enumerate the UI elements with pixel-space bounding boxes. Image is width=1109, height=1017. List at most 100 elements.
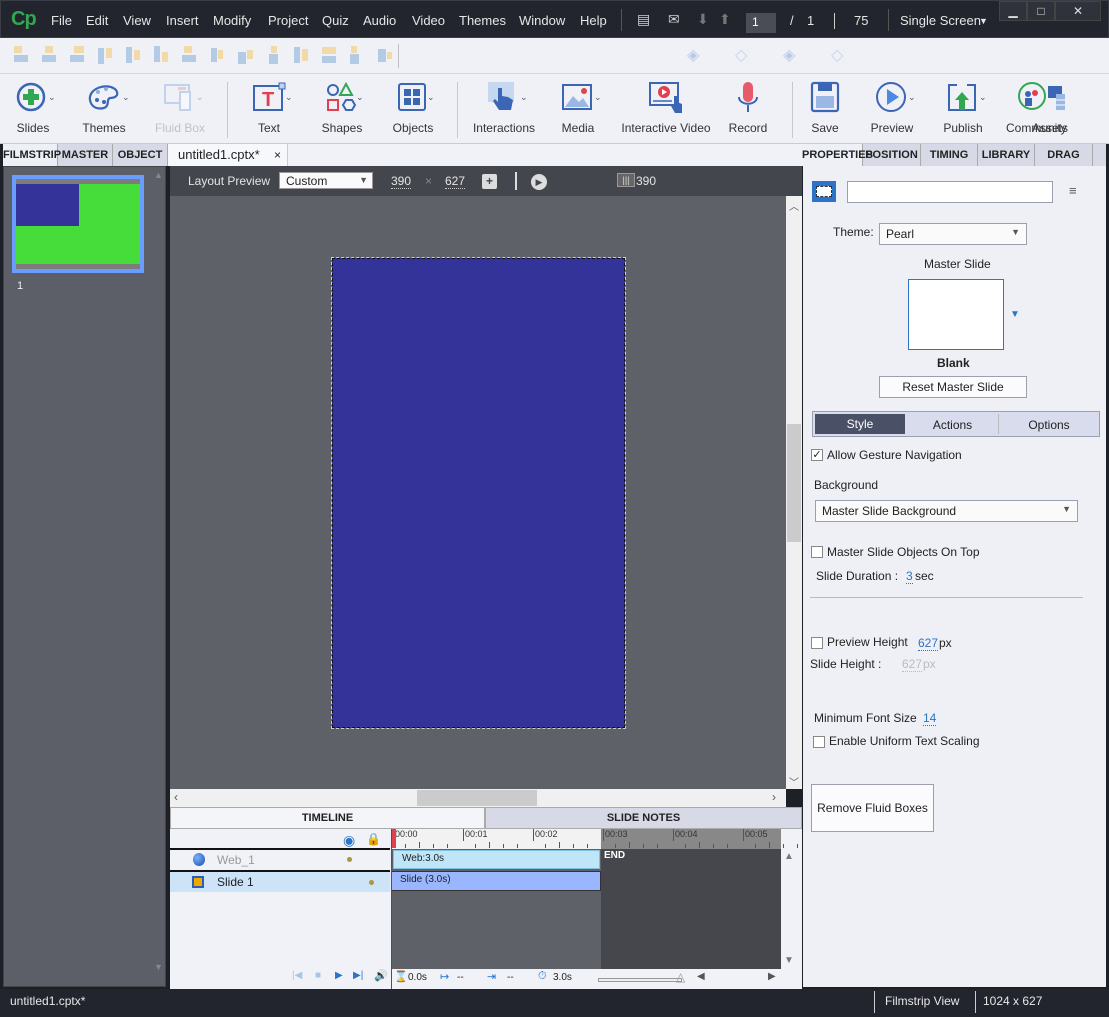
current-page-input[interactable]: 1: [746, 13, 776, 33]
menu-modify[interactable]: Modify: [213, 13, 251, 28]
arrow-down-icon[interactable]: ⬇: [697, 11, 709, 28]
scroll-up-icon[interactable]: ▲: [784, 851, 794, 862]
align-bottom-icon[interactable]: [152, 46, 170, 64]
ruler-slider-handle[interactable]: |||: [617, 173, 635, 187]
document-tab[interactable]: untitled1.cptx* ×: [168, 144, 288, 166]
visibility-dot[interactable]: [347, 857, 352, 862]
slide-duration-field[interactable]: 3: [906, 569, 913, 584]
objects-button[interactable]: ⌄ Objects: [387, 74, 439, 144]
comments-icon[interactable]: ▤: [637, 11, 650, 28]
interactive-video-button[interactable]: Interactive Video: [620, 74, 712, 144]
scroll-right-icon[interactable]: ▶: [768, 971, 776, 982]
maximize-button[interactable]: □: [1027, 1, 1055, 21]
rewind-icon[interactable]: |◀: [292, 970, 302, 981]
slide-thumbnail[interactable]: [12, 175, 144, 273]
same-width-icon[interactable]: [320, 46, 338, 64]
scroll-up-icon[interactable]: ︿: [789, 198, 799, 213]
layer-row-slide[interactable]: Slide 1: [170, 872, 390, 892]
zoom-slider-track[interactable]: [598, 978, 682, 982]
distribute-vertical-icon[interactable]: [264, 46, 282, 64]
align-left-icon[interactable]: [12, 46, 30, 64]
lock-icon[interactable]: 🔒: [366, 832, 381, 846]
theme-select[interactable]: Pearl ▼: [879, 223, 1027, 245]
preview-height-checkbox[interactable]: [811, 637, 823, 649]
tab-position[interactable]: POSITION: [863, 144, 921, 166]
align-center-icon[interactable]: [40, 46, 58, 64]
tab-options[interactable]: Options: [1001, 414, 1097, 434]
tab-drag-and-drop[interactable]: DRAG AN...: [1035, 144, 1093, 183]
panel-menu-icon[interactable]: ≡: [1069, 183, 1077, 198]
tab-filmstrip[interactable]: FILMSTRIP: [3, 144, 61, 166]
tab-object-state[interactable]: OBJECT S...: [113, 144, 168, 183]
tab-library[interactable]: LIBRARY: [978, 144, 1035, 166]
themes-button[interactable]: ⌄ Themes: [76, 74, 132, 144]
master-slide-thumbnail[interactable]: [908, 279, 1004, 350]
view-mode-select[interactable]: Single Screen: [900, 13, 981, 28]
eye-icon[interactable]: ◉: [343, 832, 355, 849]
preview-height-field[interactable]: 627: [918, 636, 939, 651]
scroll-left-icon[interactable]: ‹: [174, 790, 178, 804]
menu-window[interactable]: Window: [519, 13, 565, 28]
background-select[interactable]: Master Slide Background ▼: [815, 500, 1078, 522]
close-button[interactable]: ✕: [1055, 1, 1101, 21]
reset-master-slide-button[interactable]: Reset Master Slide: [879, 376, 1027, 398]
layout-preset-select[interactable]: Custom ▼: [279, 172, 373, 189]
menu-edit[interactable]: Edit: [86, 13, 108, 28]
text-button[interactable]: T ⌄ Text: [243, 74, 295, 144]
audio-icon[interactable]: 🔊: [374, 969, 388, 982]
web-timeline-bar[interactable]: Web:3.0s: [393, 850, 600, 869]
media-button[interactable]: ⌄ Media: [552, 74, 604, 144]
arrow-up-icon[interactable]: ⬆: [719, 11, 731, 28]
allow-gesture-checkbox[interactable]: ✓: [811, 449, 823, 461]
same-size-icon[interactable]: [348, 46, 366, 64]
menu-themes[interactable]: Themes: [459, 13, 506, 28]
add-breakpoint-icon[interactable]: +: [482, 174, 497, 189]
tab-style[interactable]: Style: [815, 414, 905, 434]
forward-icon[interactable]: ▶|: [353, 970, 363, 981]
menu-audio[interactable]: Audio: [363, 13, 396, 28]
align-top-icon[interactable]: [96, 46, 114, 64]
scroll-down-icon[interactable]: ▼: [784, 955, 794, 966]
distribute-horizontal-icon[interactable]: [236, 46, 254, 64]
tab-timeline[interactable]: TIMELINE: [170, 807, 485, 829]
zoom-level[interactable]: 75: [854, 13, 868, 28]
menu-help[interactable]: Help: [580, 13, 607, 28]
align-middle-icon[interactable]: [124, 46, 142, 64]
align-right-icon[interactable]: [68, 46, 86, 64]
tab-slide-notes[interactable]: SLIDE NOTES: [485, 807, 802, 829]
scroll-down-icon[interactable]: ▼: [154, 962, 163, 972]
horizontal-scrollbar[interactable]: ‹ ›: [170, 789, 786, 807]
uniform-text-checkbox[interactable]: [813, 736, 825, 748]
slide-canvas[interactable]: [331, 257, 626, 729]
scroll-right-icon[interactable]: ›: [772, 790, 776, 804]
layout-width-field[interactable]: 390: [391, 174, 412, 189]
layout-height-field[interactable]: 627: [445, 174, 466, 189]
tab-properties[interactable]: PROPERTIES: [802, 144, 873, 166]
send-backward-icon[interactable]: ◈: [783, 45, 795, 65]
chevron-down-icon[interactable]: ▼: [979, 16, 988, 26]
tab-actions[interactable]: Actions: [907, 414, 999, 434]
tab-timing[interactable]: TIMING: [921, 144, 978, 166]
visibility-dot[interactable]: [369, 880, 374, 885]
send-to-back-icon[interactable]: ◇: [831, 45, 843, 65]
menu-insert[interactable]: Insert: [166, 13, 199, 28]
play-icon[interactable]: ▶: [335, 970, 343, 981]
slide-timeline-bar[interactable]: Slide (3.0s): [391, 871, 601, 891]
menu-project[interactable]: Project: [268, 13, 308, 28]
menu-quiz[interactable]: Quiz: [322, 13, 349, 28]
menu-file[interactable]: File: [51, 13, 72, 28]
shapes-button[interactable]: ⌄ Shapes: [316, 74, 368, 144]
menu-video[interactable]: Video: [412, 13, 445, 28]
scroll-thumb[interactable]: [417, 790, 537, 806]
preview-button[interactable]: ⌄ Preview: [866, 74, 918, 144]
play-preview-icon[interactable]: ▶: [531, 174, 547, 190]
slide-name-input[interactable]: [847, 181, 1053, 203]
min-font-field[interactable]: 14: [923, 711, 937, 726]
interactions-button[interactable]: ⌄ Interactions: [470, 74, 538, 144]
minimize-button[interactable]: ▁: [999, 1, 1027, 21]
publish-button[interactable]: ⌄ Publish: [937, 74, 989, 144]
zoom-slider-thumb[interactable]: △: [676, 970, 685, 984]
remove-fluid-boxes-button[interactable]: Remove Fluid Boxes: [811, 784, 934, 832]
center-vertical-icon[interactable]: [208, 46, 226, 64]
mail-icon[interactable]: ✉: [668, 11, 680, 28]
